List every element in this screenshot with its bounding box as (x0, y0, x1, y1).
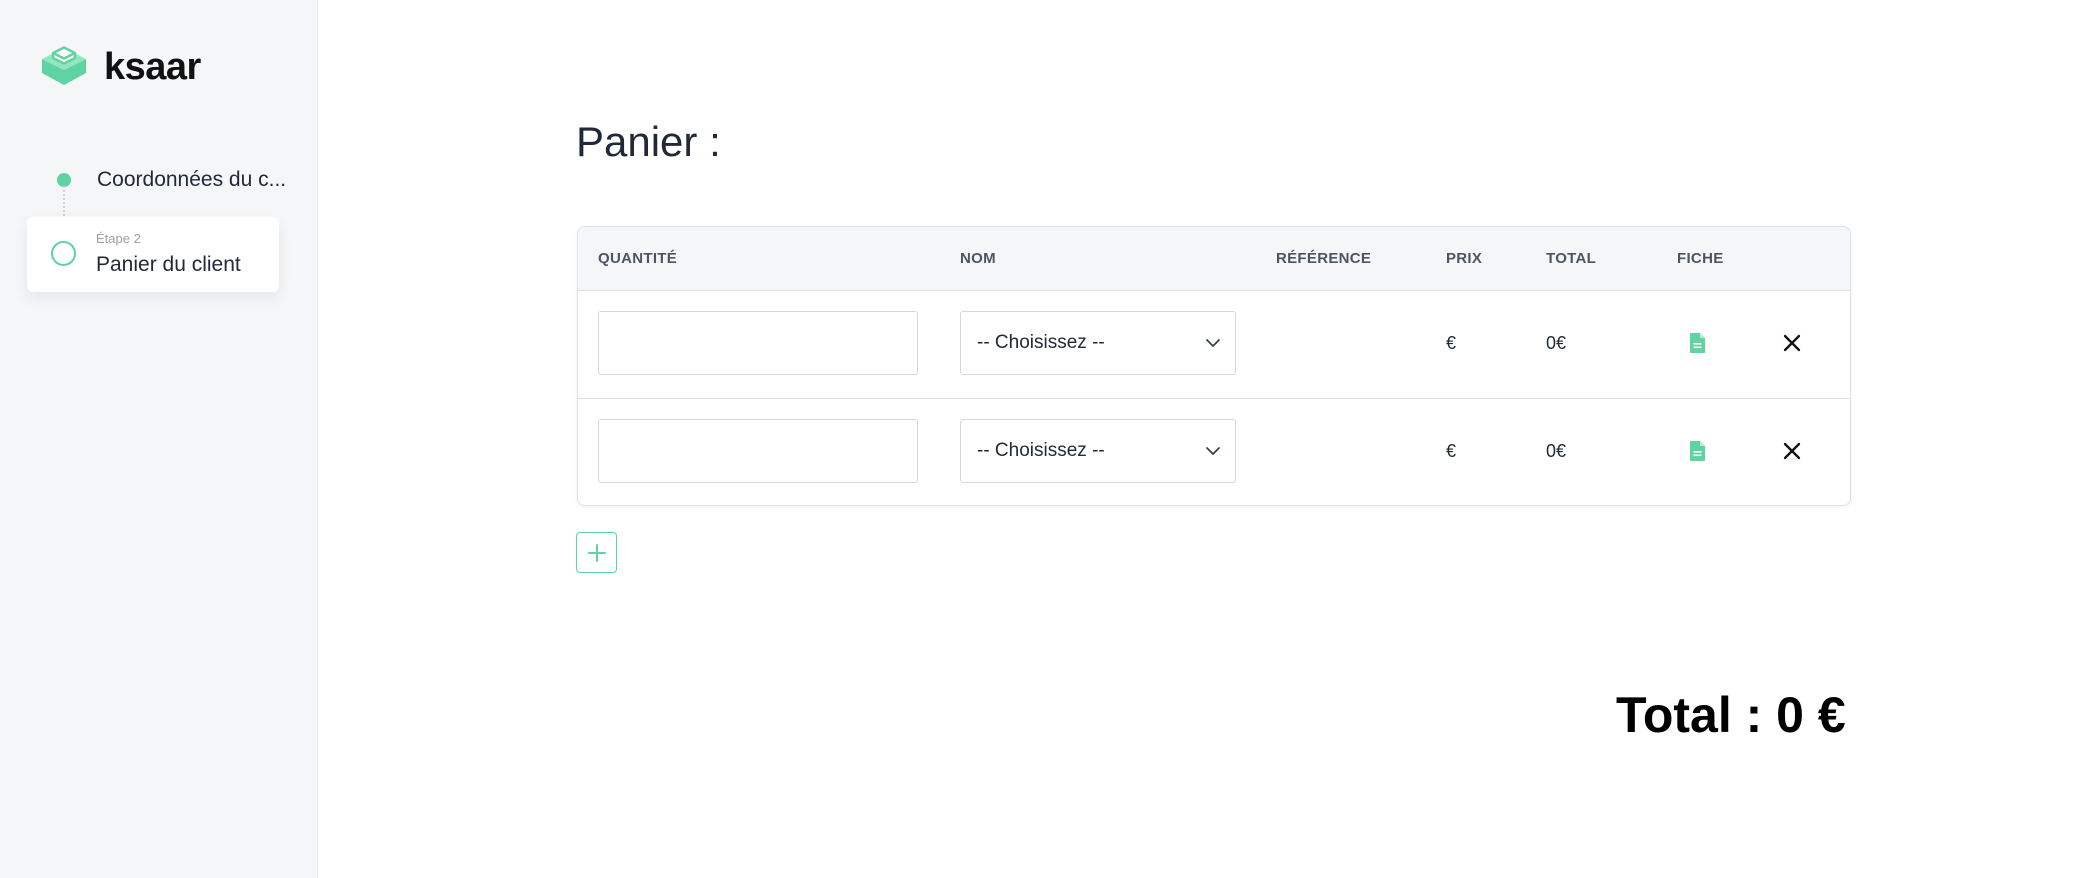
quantity-input[interactable] (598, 419, 918, 483)
step-connector (63, 186, 65, 220)
chevron-down-icon (1206, 339, 1220, 347)
select-value: -- Choisissez -- (977, 332, 1105, 353)
page-title: Panier : (576, 118, 721, 165)
product-select[interactable]: -- Choisissez -- (960, 419, 1236, 483)
price-value: € (1446, 441, 1457, 461)
step-label: Coordonnées du c... (97, 168, 287, 191)
step-current-ring-icon (51, 241, 76, 266)
ksaar-logo-icon (38, 42, 90, 93)
table-row: -- Choisissez -- € 0€ (578, 291, 1850, 398)
logo: ksaar (38, 42, 201, 93)
close-icon[interactable] (1783, 334, 1801, 352)
header-nom: NOM (960, 250, 996, 267)
step-number-label: Étape 2 (96, 231, 141, 246)
sidebar: ksaar Coordonnées du c... Étape 2 Panier… (0, 0, 318, 878)
select-value: -- Choisissez -- (977, 440, 1105, 461)
price-value: € (1446, 333, 1457, 353)
close-icon[interactable] (1783, 442, 1801, 460)
file-icon[interactable] (1689, 332, 1706, 354)
file-icon[interactable] (1689, 440, 1706, 462)
plus-icon (588, 544, 606, 562)
table-row: -- Choisissez -- € 0€ (578, 398, 1850, 505)
table-header: QUANTITÉ NOM RÉFÉRENCE PRIX TOTAL FICHE (578, 227, 1850, 291)
cart-total: Total : 0 € (1616, 687, 1846, 743)
logo-text: ksaar (104, 46, 201, 88)
line-total-value: 0€ (1546, 441, 1567, 461)
header-prix: PRIX (1446, 250, 1483, 267)
quantity-input[interactable] (598, 311, 918, 375)
product-select[interactable]: -- Choisissez -- (960, 311, 1236, 375)
line-total-value: 0€ (1546, 333, 1567, 353)
header-quantite: QUANTITÉ (598, 250, 678, 267)
step-completed-dot-icon (57, 173, 71, 187)
header-fiche: FICHE (1677, 250, 1724, 267)
header-total: TOTAL (1546, 250, 1597, 267)
cart-table: QUANTITÉ NOM RÉFÉRENCE PRIX TOTAL FICHE … (577, 226, 1851, 506)
step-coordonnees[interactable]: Coordonnées du c... (57, 168, 286, 192)
add-row-button[interactable] (576, 532, 617, 573)
header-reference: RÉFÉRENCE (1276, 250, 1372, 267)
step-panier-du-client[interactable]: Étape 2 Panier du client (27, 217, 279, 292)
step-label: Panier du client (96, 253, 241, 276)
chevron-down-icon (1206, 447, 1220, 455)
